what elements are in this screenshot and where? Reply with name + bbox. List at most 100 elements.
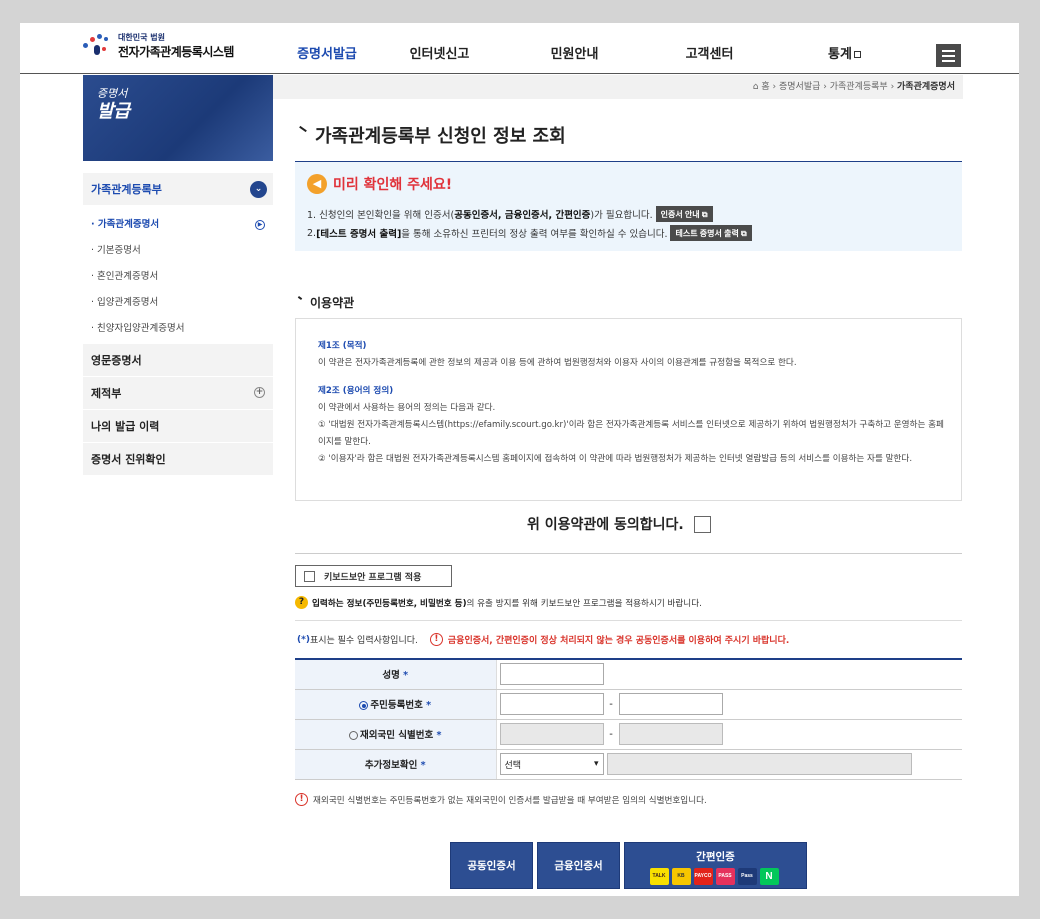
nav-certificate[interactable]: 증명서발급 <box>282 43 372 62</box>
kb-icon: KB <box>671 867 691 885</box>
sidebar-group-label: 가족관계등록부 <box>91 183 162 196</box>
breadcrumb: ⌂ 홈 › 증명서발급 › 가족관계등록부 › 가족관계증명서 <box>273 75 963 99</box>
rrn-back-input[interactable] <box>618 693 723 715</box>
sidebar-sub-list: · 가족관계증명서 ▶ · 기본증명서 · 혼인관계증명서 · 입양관계증명서 ·… <box>83 206 273 344</box>
form-row-rrn: 주민등록번호 * - <box>295 689 962 720</box>
foreign-id-radio[interactable] <box>348 731 358 740</box>
sidebar-item-full-adoption[interactable]: · 친양자입양관계증명서 <box>83 316 273 342</box>
help-text-bold: (주민등록번호, 비밀번호 등) <box>362 598 467 609</box>
extra-info-input <box>606 753 912 775</box>
foreign-id-note: ! 재외국민 식별번호는 주민등록번호가 없는 재외국민이 인증서를 발급받을 … <box>295 793 707 806</box>
terms-section-title: 이용약관 <box>310 296 355 310</box>
logo-subtitle: 대한민국 법원 <box>118 33 165 42</box>
button-label: 테스트 증명서 출력 <box>675 228 739 238</box>
sidebar-item-family-relation[interactable]: · 가족관계증명서 ▶ <box>83 212 273 238</box>
side-banner: 증명서 발급 <box>83 75 273 161</box>
megaphone-icon: ◀ <box>307 174 327 194</box>
banner-line2: 발급 <box>97 101 131 122</box>
foot-note-text: 재외국민 식별번호는 주민등록번호가 없는 재외국민이 인증서를 발급받을 때 … <box>313 795 707 806</box>
caret-down-icon: ▾ <box>593 759 599 769</box>
sidebar-group-english[interactable]: 영문증명서 <box>83 344 273 377</box>
article-2-item-2: ② '이용자'라 함은 대법원 전자가족관계등록시스템 홈페이지에 접속하여 이… <box>318 454 913 464</box>
required-text: 표시는 필수 입력사항입니다. <box>309 636 418 646</box>
keyboard-security-button[interactable]: 키보드보안 프로그램 적용 <box>295 565 452 587</box>
applicant-form: 성명 * 주민등록번호 * - 재외국민 식별번호 * - 추가정보확인 * 선… <box>295 658 962 780</box>
breadcrumb-certificate[interactable]: 증명서발급 <box>779 82 820 92</box>
agree-label: 위 이용약관에 동의합니다. <box>527 517 684 533</box>
article-2-title: 제2조 (용어의 정의) <box>318 386 394 396</box>
warning-icon: ! <box>295 793 308 806</box>
select-value: 선택 <box>504 760 522 771</box>
form-row-name: 성명 * <box>295 659 962 690</box>
breadcrumb-home[interactable]: 홈 <box>761 82 769 92</box>
form-row-extra: 추가정보확인 * 선택 ▾ <box>295 749 962 780</box>
home-icon[interactable]: ⌂ <box>753 82 759 92</box>
hamburger-menu-button[interactable] <box>936 44 961 67</box>
name-input[interactable] <box>499 663 604 686</box>
required-star: * <box>436 730 442 741</box>
foreign-id-back-input <box>618 723 723 745</box>
sidebar-group-removed-register[interactable]: 제적부 + <box>83 377 273 410</box>
header: 대한민국 법원 전자가족관계등록시스템 증명서발급 인터넷신고 민원안내 고객센… <box>20 23 1019 74</box>
breadcrumb-family-register[interactable]: 가족관계등록부 <box>830 82 888 92</box>
nav-customer-center[interactable]: 고객센터 <box>642 43 777 62</box>
required-star: * <box>426 700 432 711</box>
sidebar-group-my-history[interactable]: 나의 발급 이력 <box>83 410 273 443</box>
divider <box>295 620 962 621</box>
rrn-label: 주민등록번호 * <box>295 689 496 720</box>
agree-checkbox[interactable] <box>693 515 711 533</box>
naver-icon: N <box>759 867 779 885</box>
samsung-pass-icon: Pass <box>737 867 757 885</box>
button-label: 인증서 안내 <box>660 209 700 219</box>
joint-certificate-button[interactable]: 공동인증서 <box>450 842 533 889</box>
sidebar-group-verify[interactable]: 증명서 진위확인 <box>83 443 273 476</box>
title-tick-icon <box>299 125 307 133</box>
chevron-down-icon: ⌄ <box>250 181 267 198</box>
logo-title: 전자가족관계등록시스템 <box>118 45 234 59</box>
sidebar-item-adoption[interactable]: · 입양관계증명서 <box>83 290 273 316</box>
nav-civil-guide[interactable]: 민원안내 <box>507 43 642 62</box>
pass-icon: PASS <box>715 867 735 885</box>
rrn-front-input[interactable] <box>499 693 604 715</box>
extra-info-select[interactable]: 선택 ▾ <box>499 753 604 775</box>
rrn-radio[interactable] <box>359 701 369 710</box>
notice-text-bold: 공동인증서, 금융인증서, 간편인증 <box>454 210 591 221</box>
label-text: 주민등록번호 <box>370 700 423 711</box>
page-frame: 대한민국 법원 전자가족관계등록시스템 증명서발급 인터넷신고 민원안내 고객센… <box>20 23 1019 896</box>
nav-statistics-label: 통계 <box>828 47 852 62</box>
kakao-icon: TALK <box>649 867 669 885</box>
main-nav: 증명서발급 인터넷신고 민원안내 고객센터 통계 <box>282 43 912 62</box>
external-link-icon: ⧉ <box>701 209 708 219</box>
sidebar-group-family-register[interactable]: 가족관계등록부 ⌄ <box>83 173 273 206</box>
financial-certificate-button[interactable]: 금융인증서 <box>537 842 620 889</box>
site-logo[interactable]: 대한민국 법원 전자가족관계등록시스템 <box>80 31 234 61</box>
divider <box>295 553 962 554</box>
nav-online-report[interactable]: 인터넷신고 <box>372 43 507 62</box>
notice-title: 미리 확인해 주세요! <box>333 177 453 193</box>
keyboard-security-checkbox[interactable] <box>304 570 315 582</box>
agree-row: 위 이용약관에 동의합니다. <box>527 514 711 534</box>
simple-auth-providers: TALK KB PAYCO PASS Pass N <box>649 867 782 885</box>
simple-auth-button[interactable]: 간편인증 TALK KB PAYCO PASS Pass N <box>624 842 807 889</box>
auth-buttons: 공동인증서 금융인증서 간편인증 TALK KB PAYCO PASS Pass… <box>450 842 811 889</box>
certificate-guide-button[interactable]: 인증서 안내 ⧉ <box>655 206 713 222</box>
test-print-button[interactable]: 테스트 증명서 출력 ⧉ <box>670 225 752 241</box>
external-link-icon: ⧉ <box>741 228 747 238</box>
plus-icon: + <box>254 387 265 398</box>
notice-line-1: 1. 신청인의 본인확인을 위해 인증서(공동인증서, 금융인증서, 간편인증)… <box>307 206 713 222</box>
sidebar-group-label: 제적부 <box>91 387 122 400</box>
required-warning: 금융인증서, 간편인증이 정상 처리되지 않는 경우 공동인증서를 이용하여 주… <box>447 636 790 646</box>
nav-statistics[interactable]: 통계 <box>777 43 912 62</box>
notice-text: 2. <box>307 227 317 239</box>
article-2-body: 이 약관에서 사용하는 용어의 정의는 다음과 같다. <box>318 403 496 413</box>
sidebar: 가족관계등록부 ⌄ · 가족관계증명서 ▶ · 기본증명서 · 혼인관계증명서 ·… <box>83 173 273 476</box>
required-star: * <box>403 670 409 682</box>
simple-auth-label: 간편인증 <box>696 850 735 863</box>
label-text: 성명 <box>382 670 400 682</box>
help-text: 의 유출 방지를 위해 키보드보안 프로그램을 적용하시기 바랍니다. <box>466 598 702 609</box>
required-star: (*) <box>297 634 310 645</box>
sidebar-item-marriage[interactable]: · 혼인관계증명서 <box>83 264 273 290</box>
label-text: 재외국민 식별번호 <box>359 730 434 741</box>
terms-box[interactable]: 제1조 (목적) 이 약관은 전자가족관계등록에 관한 정보의 제공과 이용 등… <box>295 318 962 501</box>
sidebar-item-basic[interactable]: · 기본증명서 <box>83 238 273 264</box>
